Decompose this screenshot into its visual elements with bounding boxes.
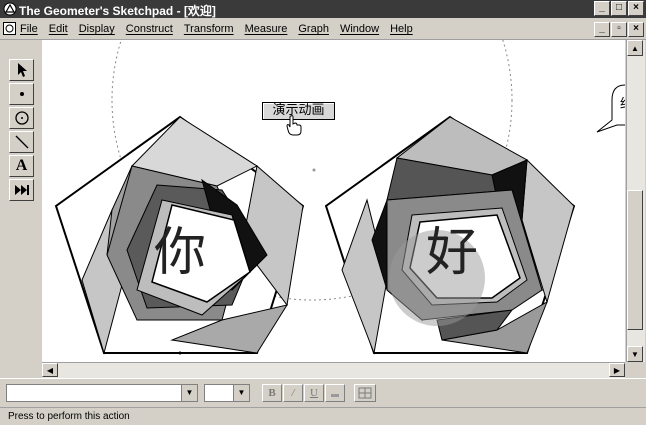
menu-help[interactable]: Help [390,23,413,35]
doc-restore-button[interactable]: ▫ [611,22,627,37]
scroll-left-button[interactable]: ◀ [42,363,58,377]
toolbox: A [9,59,38,201]
bold-label: B [268,387,276,399]
vertical-scrollbar[interactable]: ▲ ▼ [626,40,645,362]
custom-tool[interactable] [9,179,34,201]
menu-bar: File Edit Display Construct Transform Me… [0,19,646,40]
underline-button[interactable]: U [304,384,324,402]
doc-close-button[interactable]: × [628,22,644,37]
maximize-button[interactable]: □ [611,1,627,16]
straightedge-tool[interactable] [9,131,34,153]
char-right-label: 好 [426,223,478,283]
scroll-up-button[interactable]: ▲ [627,40,643,56]
italic-button[interactable]: / [283,384,303,402]
menu-construct[interactable]: Construct [126,23,173,35]
status-text: Press to perform this action [8,411,130,422]
fast-forward-icon [14,185,29,195]
underline-label: U [310,387,318,399]
menu-graph[interactable]: Graph [298,23,329,35]
chevron-down-icon[interactable]: ▼ [181,385,197,401]
sketchpad-app-icon [3,2,17,16]
arrow-tool[interactable] [9,59,34,81]
document-icon[interactable] [3,22,16,35]
horizontal-scrollbar[interactable]: ◀ ▶ [42,362,625,378]
circle-icon [14,111,29,125]
sketch-canvas[interactable]: 你 好 结 演示动画 [42,40,625,362]
font-size-select[interactable]: ▼ [204,384,250,402]
compass-tool[interactable] [9,107,34,129]
italic-label: / [291,387,295,399]
scroll-down-button[interactable]: ▼ [627,346,643,362]
right-pentagon-figure: 好 [324,115,576,355]
left-pentagon-figure: 你 [54,115,305,355]
text-color-button[interactable] [325,384,345,402]
title-bar[interactable]: The Geometer's Sketchpad - [欢迎] _ □ × [0,0,646,18]
arrow-icon [17,63,27,77]
segment-icon [15,135,28,149]
bold-button[interactable]: B [262,384,282,402]
doc-minimize-button[interactable]: _ [594,22,610,37]
chevron-down-icon[interactable]: ▼ [233,385,249,401]
char-left-label: 你 [154,223,206,283]
symbol-palette-button[interactable] [354,384,376,402]
minimize-button[interactable]: _ [594,1,610,16]
menu-display[interactable]: Display [79,23,115,35]
hand-cursor-icon [286,115,302,136]
callout-char: 结 [620,97,625,112]
window-title: The Geometer's Sketchpad - [欢迎] [19,4,216,18]
point-icon [19,92,24,96]
status-bar: Press to perform this action [0,407,646,425]
menu-measure[interactable]: Measure [245,23,288,35]
menu-edit[interactable]: Edit [49,23,68,35]
color-swatch-icon [331,394,339,397]
close-button[interactable]: × [628,1,644,16]
menu-file[interactable]: File [20,23,38,35]
scroll-right-button[interactable]: ▶ [609,363,625,377]
font-family-select[interactable]: ▼ [6,384,198,402]
sketch-drawing: 你 好 结 [54,40,625,355]
text-format-toolbar: ▼ ▼ B / U [0,378,646,407]
menu-transform[interactable]: Transform [184,23,234,35]
text-tool[interactable]: A [9,155,34,177]
vertical-scroll-thumb[interactable] [627,190,643,330]
text-tool-icon: A [15,157,28,174]
symbol-palette-icon [358,387,372,399]
point-tool[interactable] [9,83,34,105]
scroll-corner [626,362,646,378]
menu-window[interactable]: Window [340,23,379,35]
